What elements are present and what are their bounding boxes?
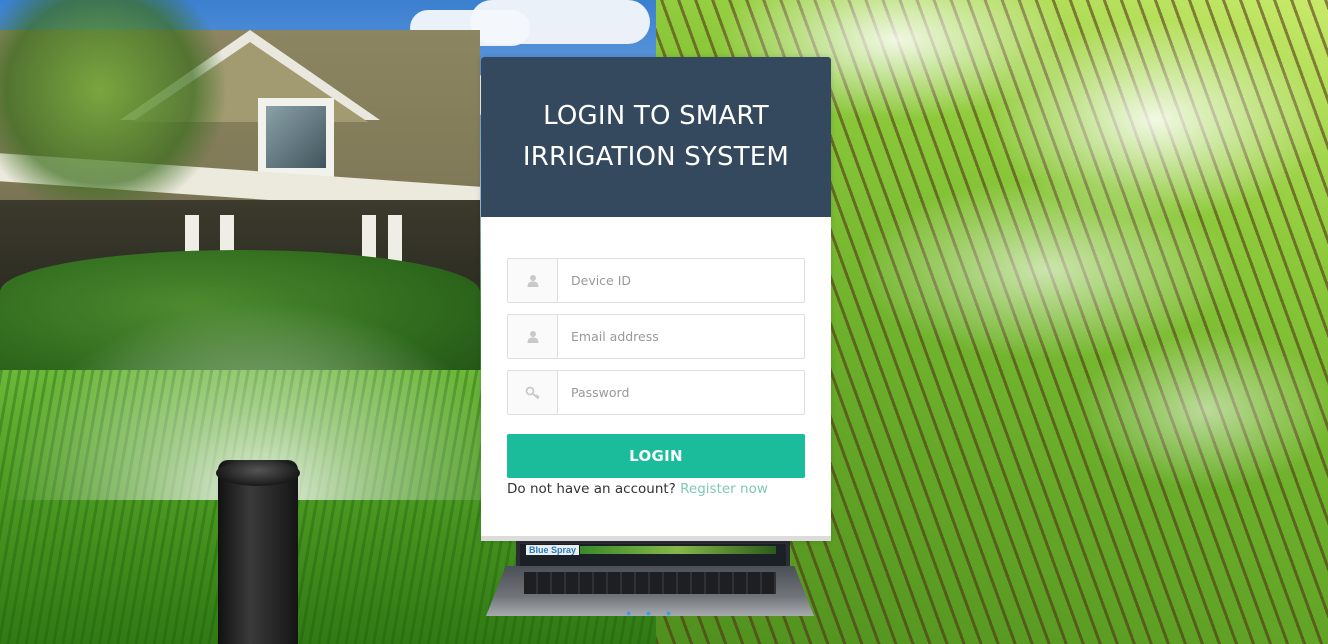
sprinkler-head — [216, 460, 300, 644]
register-link[interactable]: Register now — [680, 481, 768, 497]
laptop-screen-content — [580, 546, 776, 554]
user-icon-glyph — [527, 275, 538, 287]
cloud-shape — [470, 0, 650, 44]
login-card: LOGIN TO SMART IRRIGATION SYSTEM Device … — [481, 57, 831, 541]
laptop-ports: ● ● ● — [626, 608, 678, 618]
device-id-input[interactable] — [558, 259, 804, 302]
email-group — [507, 314, 805, 359]
password-input[interactable] — [558, 371, 804, 414]
login-form: LOGIN Do not have an account? Register n… — [481, 217, 831, 497]
login-header: LOGIN TO SMART IRRIGATION SYSTEM — [481, 57, 831, 217]
page: Blue Spray ● ● ● LOGIN TO SMART IRRIGATI… — [0, 0, 1328, 644]
register-prompt-text: Do not have an account? — [507, 481, 676, 497]
email-input[interactable] — [558, 315, 804, 358]
key-icon-glyph — [525, 386, 540, 399]
user-icon — [508, 315, 558, 358]
laptop-brand-logo: Blue Spray — [526, 545, 580, 555]
login-title: LOGIN TO SMART IRRIGATION SYSTEM — [522, 101, 790, 172]
water-mist — [1076, 330, 1328, 490]
user-icon — [508, 259, 558, 302]
register-prompt: Do not have an account? Register now — [507, 481, 805, 497]
login-button[interactable]: LOGIN — [507, 434, 805, 478]
device-id-group — [507, 258, 805, 303]
tree-foliage — [0, 0, 230, 200]
user-icon-glyph — [527, 331, 538, 343]
password-group — [507, 370, 805, 415]
key-icon — [508, 371, 558, 414]
